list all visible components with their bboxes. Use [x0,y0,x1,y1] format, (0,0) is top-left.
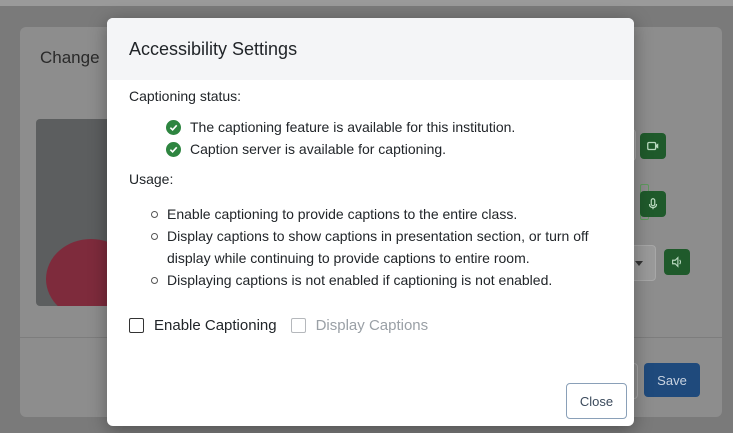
status-item-text: Caption server is available for captioni… [190,141,447,157]
accessibility-settings-dialog: Accessibility Settings Captioning status… [107,18,634,426]
check-circle-icon [166,141,181,157]
captioning-status-label: Captioning status: [129,88,242,104]
microphone-button[interactable] [640,191,666,217]
display-captions-checkbox[interactable] [290,318,306,333]
usage-list: Enable captioning to provide captions to… [151,203,612,291]
close-button[interactable]: Close [566,383,627,419]
enable-captioning-checkbox[interactable] [129,318,144,333]
background-modal-title: Change [40,48,100,67]
top-bar [0,0,733,6]
speaker-icon [672,256,682,268]
enable-captioning-label[interactable]: Enable Captioning [154,317,277,334]
camera-button[interactable] [640,133,666,159]
status-item: Caption server is available for captioni… [166,138,612,160]
display-captions-label[interactable]: Display Captions [316,317,429,334]
usage-item-text: Display captions to show captions in pre… [167,228,589,266]
save-button[interactable]: Save [644,363,700,397]
dialog-title: Accessibility Settings [129,38,298,59]
status-list: The captioning feature is available for … [166,116,612,160]
check-circle-icon [166,119,181,135]
microphone-icon [648,198,658,210]
status-item: The captioning feature is available for … [166,116,612,138]
usage-item: Displaying captions is not enabled if ca… [151,269,612,291]
usage-item-text: Enable captioning to provide captions to… [167,206,518,222]
dialog-body: Captioning status: The captioning featur… [107,80,634,334]
dialog-header: Accessibility Settings [107,18,634,80]
speaker-button[interactable] [664,249,690,275]
usage-item: Display captions to show captions in pre… [151,225,612,269]
bullet-icon [151,233,158,240]
usage-item: Enable captioning to provide captions to… [151,203,612,225]
chevron-down-icon [635,261,643,266]
status-item-text: The captioning feature is available for … [190,119,516,135]
camera-icon [647,141,659,151]
usage-item-text: Displaying captions is not enabled if ca… [167,272,553,288]
bullet-icon [151,211,158,218]
usage-label: Usage: [129,171,174,187]
bullet-icon [151,277,158,284]
caption-options: Enable Captioning Display Captions [129,317,612,334]
